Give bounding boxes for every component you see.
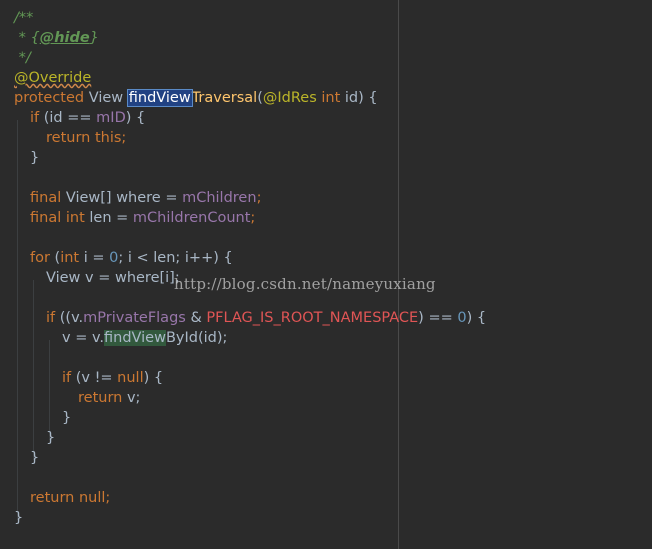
indent-guide: [49, 340, 50, 440]
code-text: v;: [122, 390, 141, 406]
code-line: return v;: [78, 388, 140, 408]
code-text: &: [185, 310, 207, 326]
number-literal: 0: [109, 250, 119, 266]
code-line: final int len = mChildrenCount;: [30, 208, 255, 228]
code-text: ((v.: [55, 310, 84, 326]
javadoc-open: /**: [14, 10, 34, 26]
code-line: v = v.findViewById(id);: [62, 328, 227, 348]
keyword: if: [62, 370, 72, 386]
code-editor[interactable]: /** * {@hide} */ @Override protected Vie…: [0, 0, 652, 549]
field-ref: mChildren: [182, 190, 257, 206]
indent-guide: [17, 120, 18, 520]
code-line: if (id == mID) {: [30, 108, 145, 128]
code-text: (v !=: [71, 370, 118, 386]
code-line: View v = where[i];: [46, 268, 180, 288]
field-ref: mChildrenCount: [132, 210, 251, 226]
code-text: i =: [79, 250, 110, 266]
keyword: final: [30, 210, 62, 226]
keyword-null: null;: [74, 490, 111, 506]
code-text: len =: [84, 210, 133, 226]
keyword: int: [60, 250, 80, 266]
keyword: for: [30, 250, 50, 266]
close-brace: }: [46, 430, 56, 446]
indent-guide: [33, 280, 34, 460]
semicolon: ;: [256, 190, 262, 206]
code-line: }: [46, 428, 55, 448]
code-text: ) {: [143, 370, 164, 386]
code-text: ; i < len; i++) {: [118, 250, 233, 266]
params-close: id) {: [340, 90, 378, 106]
keyword: final: [30, 190, 62, 206]
override-annotation: @Override: [14, 70, 92, 86]
constant-ref: PFLAG_IS_ROOT_NAMESPACE: [206, 310, 419, 326]
code-line: }: [30, 448, 39, 468]
keyword: null: [117, 370, 144, 386]
code-text: ) ==: [418, 310, 458, 326]
code-text: ById(id);: [165, 330, 228, 346]
code-text: View[] where =: [61, 190, 183, 206]
keyword: protected: [14, 90, 85, 106]
number-literal: 0: [457, 310, 467, 326]
code-line: */: [14, 48, 31, 68]
idres-annotation: @IdRes: [262, 90, 317, 106]
code-text: View v = where[i];: [46, 270, 180, 286]
type-name: View: [88, 90, 124, 106]
watermark-text: http://blog.csdn.net/nameyuxiang: [174, 275, 436, 293]
code-line: for (int i = 0; i < len; i++) {: [30, 248, 233, 268]
code-text: ) {: [466, 310, 487, 326]
field-ref: mID: [96, 110, 126, 126]
keyword: return: [46, 130, 91, 146]
code-text: v = v.: [62, 330, 105, 346]
javadoc-close: */: [14, 50, 31, 66]
code-line: * {@hide}: [14, 28, 99, 48]
close-brace: }: [62, 410, 72, 426]
keyword: return: [78, 390, 123, 406]
code-line: }: [30, 148, 39, 168]
code-line: @Override: [14, 68, 91, 88]
close-brace: }: [30, 450, 40, 466]
highlighted-usage: findView: [104, 330, 166, 346]
code-text: ) {: [125, 110, 146, 126]
code-line: /**: [14, 8, 33, 28]
code-line: if (v != null) {: [62, 368, 163, 388]
code-line: if ((v.mPrivateFlags & PFLAG_IS_ROOT_NAM…: [46, 308, 486, 328]
code-text: (id ==: [39, 110, 97, 126]
keyword: int: [61, 210, 85, 226]
keyword: if: [30, 110, 40, 126]
method-name-rest: Traversal: [191, 90, 258, 106]
code-line: final View[] where = mChildren;: [30, 188, 261, 208]
code-line: }: [14, 508, 23, 528]
semicolon: ;: [250, 210, 256, 226]
keyword: if: [46, 310, 56, 326]
code-text: (: [49, 250, 61, 266]
selected-method-name[interactable]: findView: [126, 89, 193, 107]
keyword: int: [321, 90, 341, 106]
keyword-this: this;: [90, 130, 127, 146]
code-line: return null;: [30, 488, 110, 508]
javadoc-hide-line: * {@hide}: [14, 30, 99, 46]
code-line: return this;: [46, 128, 126, 148]
keyword: return: [30, 490, 75, 506]
close-brace: }: [30, 150, 40, 166]
code-line: protected View findViewTraversal(@IdRes …: [14, 88, 378, 108]
code-line: }: [62, 408, 71, 428]
close-brace: }: [14, 510, 24, 526]
field-ref: mPrivateFlags: [83, 310, 186, 326]
